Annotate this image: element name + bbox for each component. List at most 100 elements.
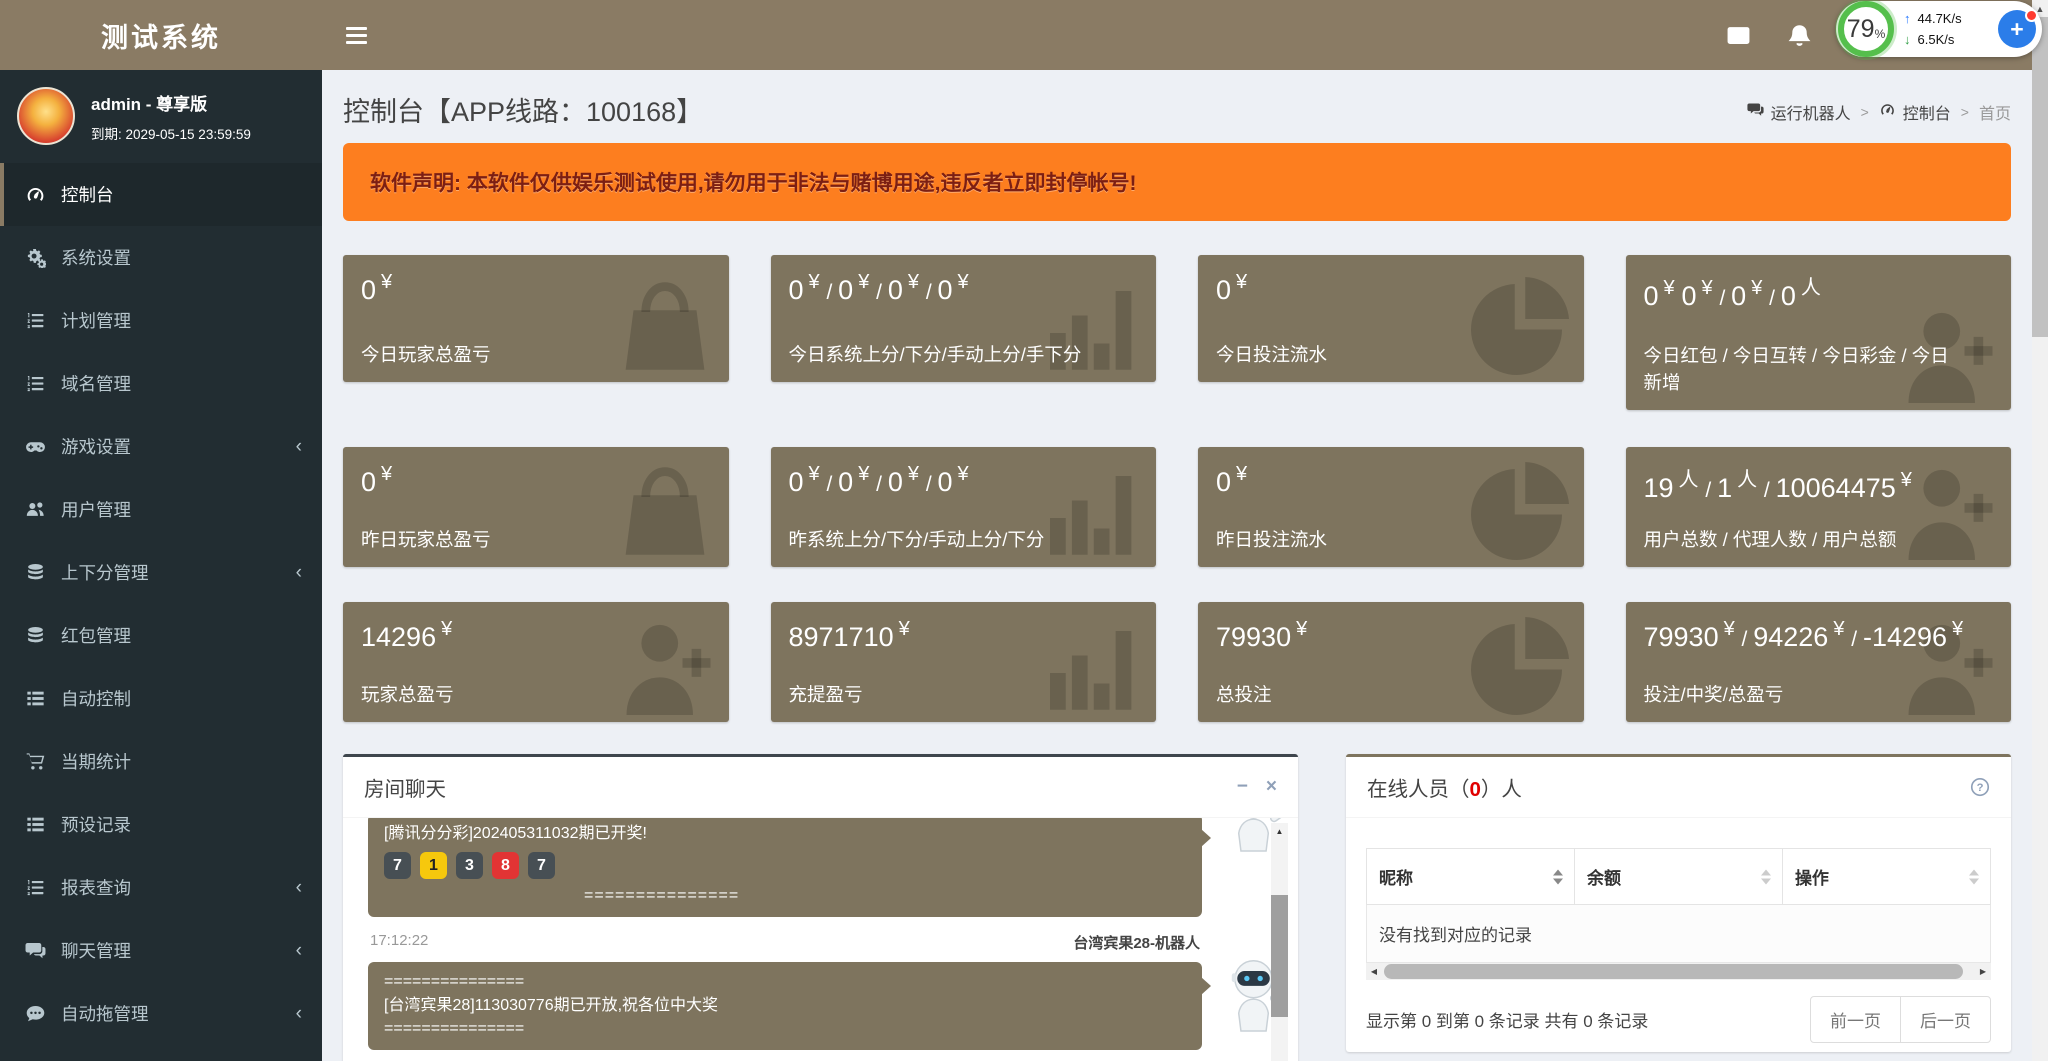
progress-ring[interactable]: 79 %: [1838, 1, 1894, 57]
stat-label: 玩家总盈亏: [361, 682, 715, 709]
stat-box-deposit-withdraw-profit: 8971710¥充提盈亏: [771, 602, 1157, 722]
column-header-balance[interactable]: 余额: [1574, 849, 1782, 905]
hamburger-menu-button[interactable]: [346, 23, 367, 48]
sidebar-item-label: 计划管理: [61, 308, 131, 333]
stat-value: 8971710¥: [789, 618, 1139, 653]
chat-scrollbar-thumb[interactable]: [1271, 895, 1288, 1017]
envelope-icon[interactable]: [1726, 23, 1751, 48]
sidebar-item-chat-management[interactable]: 聊天管理 ‹: [0, 919, 322, 982]
horizontal-scrollbar[interactable]: ◀ ▶: [1366, 963, 1991, 980]
next-page-button[interactable]: 后一页: [1900, 996, 1991, 1043]
column-label: 余额: [1587, 869, 1621, 888]
column-header-action[interactable]: 操作: [1782, 849, 1990, 905]
sidebar-item-preset-records[interactable]: 预设记录: [0, 793, 322, 856]
stat-box-bet-win-profit: 79930¥ / 94226¥ / -14296¥ 投注/中奖/总盈亏: [1626, 602, 2012, 722]
progress-percent: 79: [1847, 17, 1875, 42]
breadcrumb-label: 控制台: [1903, 100, 1951, 124]
comment-dots-icon: [25, 1003, 46, 1024]
online-count: 0: [1470, 778, 1481, 801]
sidebar-item-points-management[interactable]: 上下分管理‹: [0, 541, 322, 604]
stats-row: 0¥昨日玩家总盈亏0¥ / 0¥ / 0¥ / 0¥昨系统上分/下分/手动上分/…: [322, 447, 2032, 567]
sidebar-item-report-query[interactable]: 报表查询‹: [0, 856, 322, 919]
lottery-ball: 8: [492, 852, 519, 879]
stat-label: 投注/中奖/总盈亏: [1644, 682, 1998, 709]
sidebar-item-plan-management[interactable]: 计划管理: [0, 289, 322, 352]
chat-title: 房间聊天: [364, 772, 446, 802]
chevron-left-icon: ‹: [296, 1003, 302, 1025]
sidebar-menu: 控制台系统设置计划管理域名管理游戏设置‹用户管理上下分管理‹红包管理自动控制当期…: [0, 163, 322, 1061]
sidebar-item-console[interactable]: 控制台: [0, 163, 322, 226]
stat-value: 0¥: [361, 271, 711, 306]
scroll-right-icon[interactable]: ▶: [1975, 963, 1991, 980]
message-divider: ===============: [584, 884, 1186, 907]
scroll-up-icon[interactable]: ▲: [1271, 823, 1288, 839]
sidebar-item-label: 用户管理: [61, 497, 131, 522]
lottery-ball: 7: [528, 852, 555, 879]
stat-label: 今日玩家总盈亏: [361, 342, 715, 369]
scroll-left-icon[interactable]: ◀: [1366, 963, 1382, 980]
gamepad-icon: [25, 436, 46, 457]
breadcrumb-item-console[interactable]: 控制台: [1879, 100, 1951, 124]
scroll-down-icon[interactable]: ▼: [2032, 1044, 2048, 1061]
message-text: [腾讯分分彩]202405311032期已开奖!: [384, 822, 1186, 845]
bell-icon[interactable]: [1787, 23, 1812, 48]
capture-overlay: 79 % ↑ 44.7K/s ↓ 6.5K/s +: [1836, 1, 2042, 57]
chevron-left-icon: ‹: [296, 877, 302, 899]
page-scrollbar[interactable]: ▲ ▼: [2032, 0, 2048, 1061]
chevron-left-icon: ‹: [296, 436, 302, 458]
sidebar-item-redpacket-management[interactable]: 红包管理: [0, 604, 322, 667]
user-panel: admin - 尊享版 到期: 2029-05-15 23:59:59: [0, 70, 322, 163]
chat-panel: 房间聊天 − × [腾讯分分彩]202405311032期已开奖! 71387 …: [343, 754, 1298, 1061]
admin-dashboard: 测试系统 79 % ↑ 44.7K/s ↓ 6.5K/s +: [0, 0, 2048, 1061]
page-scrollbar-thumb[interactable]: [2032, 17, 2048, 337]
sidebar-item-auto-control[interactable]: 自动控制: [0, 667, 322, 730]
chat-scrollbar[interactable]: ▲: [1271, 823, 1288, 1061]
sidebar-item-label: 当期统计: [61, 749, 131, 774]
chat-body: [腾讯分分彩]202405311032期已开奖! 71387 =========…: [343, 818, 1298, 1061]
sidebar-item-label: 自动拖管理: [61, 1001, 149, 1026]
stat-value: 79930¥ / 94226¥ / -14296¥: [1644, 618, 1994, 653]
header-toolbar: [322, 0, 2048, 70]
stat-value: 79930¥: [1216, 618, 1566, 653]
table-icon: [25, 814, 46, 835]
table-icon: [25, 688, 46, 709]
sidebar-item-label: 聊天管理: [61, 938, 131, 963]
app-logo: 测试系统: [0, 0, 322, 70]
breadcrumb-label: 首页: [1979, 100, 2011, 124]
message-sender: 台湾宾果28-机器人: [1073, 932, 1200, 953]
stat-label: 昨日投注流水: [1216, 527, 1570, 554]
stat-box-yesterday-system-points: 0¥ / 0¥ / 0¥ / 0¥昨系统上分/下分/手动上分/下分: [771, 447, 1157, 567]
breadcrumb-item-run-robot[interactable]: 运行机器人: [1747, 100, 1851, 124]
sidebar-item-label: 上下分管理: [61, 560, 149, 585]
chevron-left-icon: ‹: [296, 940, 302, 962]
close-button[interactable]: ×: [1266, 776, 1277, 798]
stat-value: 0¥: [1216, 463, 1566, 498]
sidebar-item-domain-management[interactable]: 域名管理: [0, 352, 322, 415]
extension-button[interactable]: +: [1998, 10, 2036, 48]
chat-message: ===============[台湾宾果28]113030776期已开放,祝各位…: [368, 962, 1202, 1050]
sidebar-item-user-management[interactable]: 用户管理: [0, 478, 322, 541]
list-ol-icon: [25, 877, 46, 898]
sidebar-item-agent-promotion[interactable]: 代理推广: [0, 1045, 322, 1061]
column-header-nickname[interactable]: 昵称: [1367, 849, 1575, 905]
help-icon[interactable]: ?: [1970, 777, 1990, 797]
upload-speed: 44.7K/s: [1918, 11, 1962, 26]
lottery-ball: 1: [420, 852, 447, 879]
comments-icon: [1747, 101, 1764, 123]
sidebar-item-current-stats[interactable]: 当期统计: [0, 730, 322, 793]
sidebar-item-game-settings[interactable]: 游戏设置‹: [0, 415, 322, 478]
horizontal-scrollbar-thumb[interactable]: [1384, 964, 1963, 979]
message-text: ===============[台湾宾果28]113030776期已开放,祝各位…: [368, 962, 1202, 1050]
chat-message: [腾讯分分彩]202405311032期已开奖! 71387 =========…: [368, 818, 1202, 917]
sort-icon: [1969, 869, 1979, 884]
stat-box-today-bet-flow: 0¥今日投注流水: [1198, 255, 1584, 382]
sidebar-item-auto-drag-management[interactable]: 自动拖管理 ‹: [0, 982, 322, 1045]
minimize-button[interactable]: −: [1237, 776, 1248, 798]
column-label: 昵称: [1379, 869, 1413, 888]
stat-value: 14296¥: [361, 618, 711, 653]
sort-icon: [1553, 869, 1563, 884]
sidebar-item-system-settings[interactable]: 系统设置: [0, 226, 322, 289]
sidebar-item-label: 控制台: [61, 182, 114, 207]
lottery-balls: 71387: [384, 852, 1186, 879]
prev-page-button[interactable]: 前一页: [1810, 996, 1901, 1043]
